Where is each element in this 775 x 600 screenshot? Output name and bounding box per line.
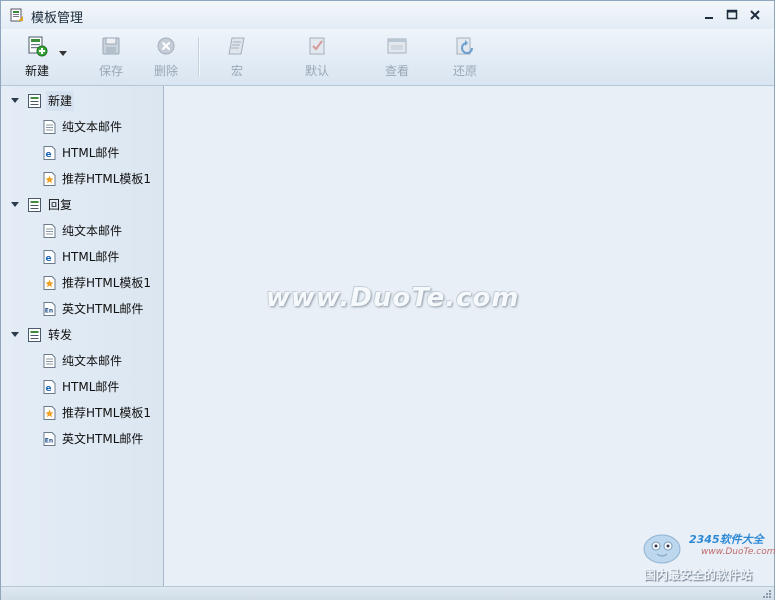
default-button[interactable]: 默认 <box>289 33 345 81</box>
tree-item-label: 推荐HTML模板1 <box>62 172 152 186</box>
english-doc-icon: En <box>43 302 56 316</box>
expand-arrow-icon[interactable] <box>11 202 19 207</box>
resize-grip-icon[interactable] <box>762 589 772 599</box>
template-tree: 新建 纯文本邮件 e HTML邮件 推荐HTML模板1 回复 纯文本邮件 e H… <box>1 86 164 586</box>
default-check-icon <box>309 37 325 55</box>
html-doc-icon: e <box>43 250 56 264</box>
star-doc-icon <box>43 172 56 186</box>
view-window-icon <box>387 38 407 54</box>
delete-icon <box>157 37 175 55</box>
tree-group-label: 新建 <box>46 91 75 111</box>
star-doc-icon <box>43 406 56 420</box>
tree-item-label: 纯文本邮件 <box>62 120 123 134</box>
tree-group-forward[interactable]: 转发 <box>11 325 161 345</box>
expand-arrow-icon[interactable] <box>11 332 19 337</box>
text-doc-icon <box>43 120 56 134</box>
delete-button-label: 删除 <box>153 64 178 78</box>
title-bar: 模板管理 <box>1 1 774 29</box>
expand-arrow-icon[interactable] <box>11 98 19 103</box>
status-bar <box>1 586 774 600</box>
new-button-label: 新建 <box>24 64 49 78</box>
view-button[interactable]: 查看 <box>369 33 425 81</box>
brand-url-text: www.DuoTe.com <box>701 547 775 557</box>
new-dropdown-arrow-icon[interactable] <box>59 51 67 56</box>
html-doc-icon: e <box>43 146 56 160</box>
tree-item-label: 英文HTML邮件 <box>62 432 144 446</box>
restore-arrow-icon <box>456 37 473 55</box>
template-folder-icon <box>28 328 41 342</box>
tree-item-label: HTML邮件 <box>62 250 120 264</box>
tree-group-reply[interactable]: 回复 <box>11 195 161 215</box>
view-button-label: 查看 <box>384 64 409 78</box>
default-button-label: 默认 <box>304 64 329 78</box>
macro-button[interactable]: 宏 <box>209 33 265 81</box>
save-icon <box>102 37 120 55</box>
tree-group-label: 回复 <box>48 198 73 212</box>
template-folder-icon <box>28 94 41 108</box>
toolbar-separator <box>198 37 200 77</box>
minimize-icon[interactable] <box>701 7 717 23</box>
site-watermark: www.DuoTe.com <box>266 283 520 313</box>
macro-button-label: 宏 <box>230 64 243 78</box>
svg-text:e: e <box>46 150 52 160</box>
template-preview-area <box>164 86 774 586</box>
save-button-label: 保存 <box>98 64 123 78</box>
tree-group-label: 转发 <box>48 328 73 342</box>
html-doc-icon: e <box>43 380 56 394</box>
tree-item-label: 纯文本邮件 <box>62 224 123 238</box>
star-doc-icon <box>43 276 56 290</box>
svg-text:En: En <box>45 438 53 445</box>
tree-item-label: HTML邮件 <box>62 380 120 394</box>
new-button[interactable]: 新建 <box>9 33 65 81</box>
save-button[interactable]: 保存 <box>83 33 139 81</box>
template-app-icon <box>10 8 23 22</box>
toolbar: 新建 保存 删除 宏 默认 查看 还原 <box>1 29 774 86</box>
svg-text:En: En <box>45 308 53 315</box>
brand-logo-text: 2345软件大全 <box>689 533 764 546</box>
restore-button[interactable]: 还原 <box>437 33 493 81</box>
restore-button-label: 还原 <box>452 64 477 78</box>
svg-text:e: e <box>46 384 52 394</box>
tree-item-label: HTML邮件 <box>62 146 120 160</box>
tree-group-new[interactable]: 新建 <box>11 91 161 111</box>
macro-scroll-icon <box>228 37 245 55</box>
brand-tagline: 国内最安全的软件站 <box>644 568 753 582</box>
tree-item-label: 推荐HTML模板1 <box>62 276 152 290</box>
svg-text:e: e <box>46 254 52 264</box>
window-title: 模板管理 <box>31 11 84 26</box>
maximize-icon[interactable] <box>724 7 740 23</box>
tree-item-label: 英文HTML邮件 <box>62 302 144 316</box>
tree-item-label: 纯文本邮件 <box>62 354 123 368</box>
template-folder-icon <box>28 198 41 212</box>
tree-item-label: 推荐HTML模板1 <box>62 406 152 420</box>
text-doc-icon <box>43 224 56 238</box>
english-doc-icon: En <box>43 432 56 446</box>
template-manager-window: 模板管理 新建 保存 删除 宏 默认 查看 还原 新建 纯文本邮件 e HTML… <box>0 0 775 600</box>
mascot-logo-icon <box>643 534 681 564</box>
new-template-icon <box>28 36 48 57</box>
text-doc-icon <box>43 354 56 368</box>
close-icon[interactable] <box>747 7 763 23</box>
delete-button[interactable]: 删除 <box>138 33 194 81</box>
